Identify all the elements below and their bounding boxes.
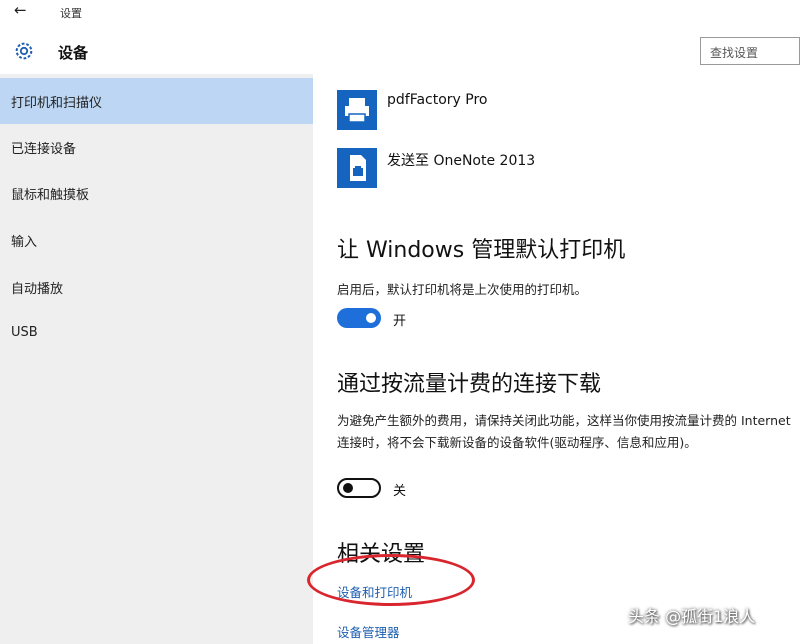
default-printer-toggle-label: 开 (393, 314, 407, 329)
metered-download-desc: 为避免产生额外的费用，请保持关闭此功能，这样当你使用按流量计费的 Interne… (337, 413, 791, 450)
page-title: 设备 (58, 44, 89, 62)
printer-name: 发送至 OneNote 2013 (387, 153, 536, 169)
app-title: 设置 (60, 7, 82, 20)
gear-icon (15, 42, 33, 60)
printer-item-onenote[interactable]: 发送至 OneNote 2013 (337, 148, 777, 192)
search-input[interactable]: 查找设置 (700, 37, 800, 65)
sidebar-item-connected-devices[interactable]: 已连接设备 (0, 124, 313, 170)
sidebar-item-mouse-touchpad[interactable]: 鼠标和触摸板 (0, 170, 313, 216)
back-arrow-icon[interactable]: ← (14, 1, 27, 19)
watermark: 头条 @孤街1浪人 (628, 607, 756, 626)
toggle-knob (343, 483, 353, 493)
document-printer-icon (337, 148, 377, 188)
sidebar-item-usb[interactable]: USB (0, 311, 313, 357)
devices-and-printers-link[interactable]: 设备和打印机 (337, 582, 412, 601)
device-manager-link[interactable]: 设备管理器 (337, 622, 400, 641)
title-bar: ← 设置 (0, 0, 802, 24)
default-printer-desc: 启用后，默认打印机将是上次使用的打印机。 (337, 282, 588, 297)
printer-name: pdfFactory Pro (387, 92, 488, 108)
toggle-knob (366, 313, 376, 323)
metered-download-toggle[interactable] (337, 478, 381, 498)
related-settings-title: 相关设置 (337, 542, 426, 567)
metered-download-title: 通过按流量计费的连接下载 (337, 372, 602, 397)
page-header: 设备 查找设置 (0, 24, 802, 74)
metered-download-toggle-label: 关 (393, 484, 407, 499)
default-printer-toggle[interactable] (337, 308, 381, 328)
sidebar: 打印机和扫描仪 已连接设备 鼠标和触摸板 输入 自动播放 USB (0, 74, 313, 644)
default-printer-title: 让 Windows 管理默认打印机 (337, 238, 626, 263)
sidebar-item-typing[interactable]: 输入 (0, 217, 313, 263)
printer-icon (337, 90, 377, 130)
sidebar-item-autoplay[interactable]: 自动播放 (0, 264, 313, 310)
main-content: pdfFactory Pro 发送至 OneNote 2013 让 Window… (313, 74, 802, 644)
sidebar-item-printers-scanners[interactable]: 打印机和扫描仪 (0, 78, 313, 124)
printer-item-pdffactory[interactable]: pdfFactory Pro (337, 90, 777, 134)
